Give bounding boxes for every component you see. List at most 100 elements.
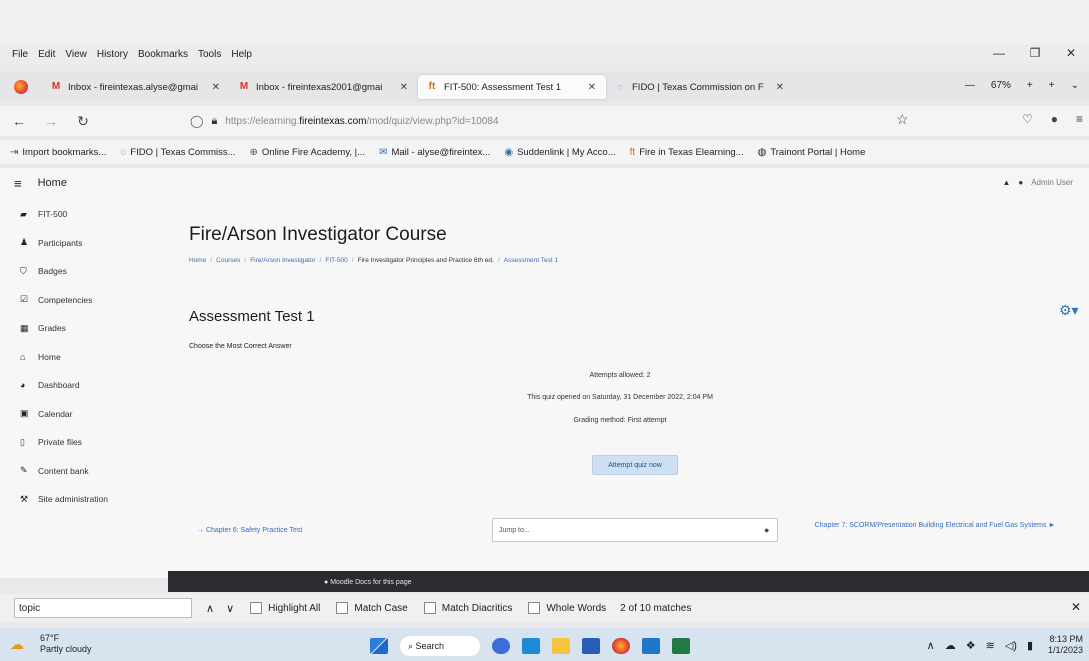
onedrive-icon[interactable]: ☁ [945, 639, 956, 652]
taskbar-clock[interactable]: 8:13 PM 1/1/2023 [1048, 634, 1083, 656]
weather-widget[interactable]: ☁ 67°F Partly cloudy [10, 633, 92, 655]
menu-icon[interactable]: ≡ [1076, 112, 1083, 126]
bookmark-star-icon[interactable]: ☆ [896, 111, 909, 128]
tray-chevron-icon[interactable]: ∧ [927, 639, 935, 652]
notification-bell-icon[interactable]: ▲ [1002, 178, 1010, 187]
bookmark-fire-in-texas[interactable]: ft Fire in Texas Elearning... [630, 147, 744, 158]
url-bar[interactable]: ◯ 🔒︎ https://elearning. fireintexas.com/m… [190, 110, 890, 132]
sidebar-item-participants[interactable]: ♟ Participants [20, 229, 160, 258]
lock-icon[interactable]: 🔒︎ [211, 115, 217, 128]
widgets-icon[interactable] [522, 638, 540, 654]
tab-close-icon[interactable]: ✕ [212, 82, 220, 93]
windows-start-icon[interactable] [370, 638, 388, 654]
next-activity-link[interactable]: Chapter 7: SCORM/Presentation Building E… [800, 520, 1070, 531]
sidebar-item-dashboard[interactable]: ◕ Dashboard [20, 371, 160, 400]
sidebar-item-content-bank[interactable]: ✎ Content bank [20, 457, 160, 486]
sidebar-item-grades[interactable]: ▦ Grades [20, 314, 160, 343]
whole-words-checkbox[interactable]: Whole Words [528, 602, 606, 614]
close-window-icon[interactable]: ✕ [1053, 46, 1089, 60]
sidebar-item-badges[interactable]: ⛉ Badges [20, 257, 160, 286]
breadcrumb-home[interactable]: Home [189, 257, 206, 264]
word-icon[interactable] [582, 638, 600, 654]
messages-icon[interactable]: ● [1018, 178, 1023, 187]
sidebar-item-home[interactable]: ⌂ Home [20, 343, 160, 372]
tab-close-icon[interactable]: ✕ [400, 82, 408, 93]
restore-icon[interactable]: ❐ [1017, 46, 1053, 60]
chat-icon[interactable] [492, 638, 510, 654]
breadcrumb-courses[interactable]: Courses [216, 257, 240, 264]
sidebar-item-site-administration[interactable]: ⚒ Site administration [20, 485, 160, 514]
sidebar-item-fit500[interactable]: ▰ FIT-500 [20, 200, 160, 229]
hamburger-icon[interactable]: ≡ [14, 176, 22, 191]
tab-assessment-test[interactable]: ft FIT-500: Assessment Test 1 ✕ [418, 75, 606, 99]
bookmark-import[interactable]: ⇥ Import bookmarks... [10, 147, 106, 158]
find-close-icon[interactable]: ✕ [1071, 600, 1081, 614]
tab-inbox-2001[interactable]: M Inbox - fireintexas2001@gmai ✕ [230, 75, 418, 99]
breadcrumb-separator: / [351, 257, 354, 264]
page-footer: ● Moodle Docs for this page [168, 571, 1089, 592]
bookmark-mail[interactable]: ✉ Mail - alyse@fireintex... [379, 147, 490, 158]
volume-icon[interactable]: ◁) [1005, 639, 1017, 652]
prev-activity-link[interactable]: → Chapter 6: Safety Practice Test [197, 527, 302, 534]
taskbar-apps: ⌕ Search [370, 636, 702, 656]
match-case-checkbox[interactable]: Match Case [336, 602, 408, 614]
menu-edit[interactable]: Edit [38, 49, 55, 60]
menu-history[interactable]: History [97, 49, 128, 60]
moodle-docs-link[interactable]: ● Moodle Docs for this page [324, 579, 412, 586]
user-name[interactable]: Admin User [1031, 178, 1073, 187]
menu-view[interactable]: View [65, 49, 87, 60]
pocket-icon[interactable]: ♡ [1022, 112, 1033, 126]
bookmark-suddenlink[interactable]: ◉ Suddenlink | My Acco... [504, 147, 615, 158]
account-icon[interactable]: ● [1051, 112, 1058, 126]
outlook-icon[interactable] [642, 638, 660, 654]
battery-icon[interactable]: ▮ [1027, 639, 1033, 652]
tab-list-icon[interactable]: ⌄ [1071, 80, 1079, 91]
sidebar-item-private-files[interactable]: ▯ Private files [20, 428, 160, 457]
bookmark-fido[interactable]: ◌ FIDO | Texas Commiss... [120, 147, 235, 158]
attempt-quiz-button[interactable]: Attempt quiz now [592, 455, 678, 475]
menu-tools[interactable]: Tools [198, 49, 221, 60]
wifi-icon[interactable]: ≋ [986, 639, 995, 652]
forward-icon[interactable]: → [38, 113, 64, 129]
zoom-out-button[interactable]: — [965, 80, 975, 91]
excel-icon[interactable] [672, 638, 690, 654]
menu-help[interactable]: Help [231, 49, 252, 60]
gear-icon[interactable]: ⚙▾ [1059, 302, 1079, 319]
tab-fido[interactable]: ◌ FIDO | Texas Commission on F ✕ [606, 75, 794, 99]
breadcrumb-separator: / [319, 257, 322, 264]
breadcrumb-current[interactable]: Assessment Test 1 [504, 257, 558, 264]
firefox-taskbar-icon[interactable] [612, 638, 630, 654]
header-home-link[interactable]: Home [38, 177, 67, 189]
grading-method: Grading method: First attempt [573, 417, 667, 424]
minimize-icon[interactable]: — [981, 46, 1017, 60]
top-margin [0, 0, 1089, 44]
find-previous-icon[interactable]: ∧ [206, 602, 214, 615]
find-next-icon[interactable]: ∨ [226, 602, 234, 615]
zoom-level[interactable]: 67% [991, 80, 1011, 91]
firefox-icon[interactable] [14, 80, 28, 94]
dropbox-icon[interactable]: ❖ [966, 639, 976, 652]
taskbar-search[interactable]: ⌕ Search [400, 636, 480, 656]
tab-close-icon[interactable]: ✕ [588, 82, 596, 93]
reload-icon[interactable]: ↻ [70, 113, 96, 130]
bookmark-trainont[interactable]: ◍ Trainont Portal | Home [758, 147, 866, 158]
zoom-in-button[interactable]: + [1027, 80, 1033, 91]
highlight-all-checkbox[interactable]: Highlight All [250, 602, 320, 614]
menu-file[interactable]: File [12, 49, 28, 60]
match-diacritics-checkbox[interactable]: Match Diacritics [423, 602, 512, 614]
jump-to-select[interactable]: Jump to... ◆ [492, 518, 778, 542]
back-icon[interactable]: ← [6, 113, 32, 129]
menu-bookmarks[interactable]: Bookmarks [138, 49, 188, 60]
breadcrumb-section[interactable]: Fire Investigator Principles and Practic… [358, 257, 494, 264]
new-tab-icon[interactable]: + [1049, 80, 1055, 91]
tracking-shield-icon[interactable]: ◯ [190, 114, 203, 128]
breadcrumb-category[interactable]: Fire/Arson Investigator [250, 257, 315, 264]
breadcrumb-course[interactable]: FIT-500 [325, 257, 347, 264]
tab-close-icon[interactable]: ✕ [776, 82, 784, 93]
bookmark-online-fire-academy[interactable]: ⊕ Online Fire Academy, |... [250, 147, 366, 158]
file-explorer-icon[interactable] [552, 638, 570, 654]
tab-inbox-alyse[interactable]: M Inbox - fireintexas.alyse@gmai ✕ [42, 75, 230, 99]
find-input[interactable] [14, 598, 192, 618]
sidebar-item-calendar[interactable]: ▣ Calendar [20, 400, 160, 429]
sidebar-item-competencies[interactable]: ☑ Competencies [20, 286, 160, 315]
